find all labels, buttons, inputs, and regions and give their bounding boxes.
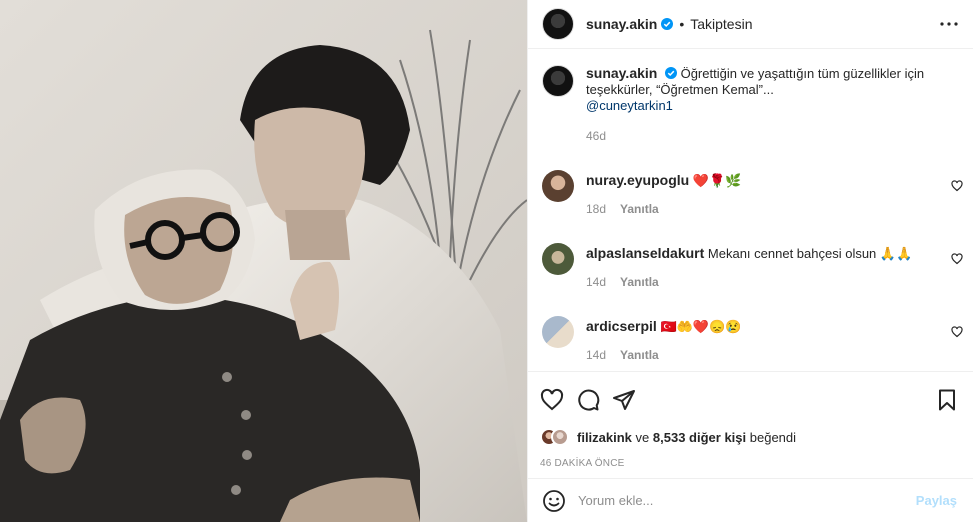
post-image (0, 0, 527, 522)
post-actions: filizakink ve 8,533 diğer kişi beğendi 4… (528, 371, 973, 487)
commenter-avatar[interactable] (542, 243, 574, 275)
verified-badge-icon (664, 67, 677, 79)
commenter-avatar[interactable] (542, 170, 574, 202)
like-heart-icon[interactable] (540, 388, 564, 412)
save-bookmark-icon[interactable] (935, 388, 959, 412)
comment-text: Mekanı cennet bahçesi olsun 🙏🙏 (707, 246, 913, 261)
header-separator: • (679, 16, 685, 32)
likes-suffix: beğendi (749, 429, 797, 445)
likes-count-link[interactable]: 8,533 diğer kişi (653, 430, 746, 445)
like-comment-heart-icon[interactable] (951, 253, 963, 265)
comment-item: nuray.eyupoglu ❤️🌹🌿 18d Yanıtla (542, 170, 963, 217)
reply-button[interactable]: Yanıtla (620, 275, 659, 289)
comment-input[interactable] (578, 493, 916, 508)
comments-section[interactable]: sunay.akin Öğrettiğin ve yaşattığın tüm … (528, 49, 973, 371)
follow-status-button[interactable]: Takiptesin (690, 16, 752, 32)
author-username[interactable]: sunay.akin (586, 16, 657, 32)
like-comment-heart-icon[interactable] (951, 326, 963, 338)
share-paper-plane-icon[interactable] (612, 388, 636, 412)
verified-badge-icon (661, 18, 674, 30)
caption-username[interactable]: sunay.akin (586, 65, 657, 81)
likes-connector: ve (635, 429, 650, 445)
comment-time[interactable]: 18d (586, 202, 606, 216)
more-options-icon[interactable] (937, 12, 961, 36)
caption-mention-link[interactable]: @cuneytarkin1 (586, 98, 673, 113)
comment-time[interactable]: 14d (586, 275, 606, 289)
post-caption: sunay.akin Öğrettiğin ve yaşattığın tüm … (542, 65, 957, 144)
emoji-smiley-icon[interactable] (542, 489, 566, 513)
author-avatar[interactable] (542, 8, 574, 40)
post-photo[interactable] (0, 0, 527, 522)
caption-time[interactable]: 46d (586, 128, 957, 144)
post-timestamp[interactable]: 46 DAKİKA ÖNCE (540, 458, 959, 469)
like-comment-heart-icon[interactable] (951, 180, 963, 192)
post-comment-button[interactable]: Paylaş (916, 493, 957, 508)
liker-username[interactable]: filizakink (577, 430, 632, 445)
post-header: sunay.akin • Takiptesin (528, 0, 973, 49)
commenter-username[interactable]: ardicserpil (586, 318, 657, 334)
commenter-username[interactable]: alpaslanseldakurt (586, 245, 704, 261)
post-detail-panel: sunay.akin • Takiptesin sunay.akin Öğret… (527, 0, 973, 522)
comment-item: alpaslanseldakurt Mekanı cennet bahçesi … (542, 243, 963, 290)
reply-button[interactable]: Yanıtla (620, 348, 659, 362)
caption-avatar[interactable] (542, 65, 574, 97)
likes-summary: filizakink ve 8,533 diğer kişi beğendi (540, 428, 959, 446)
commenter-username[interactable]: nuray.eyupoglu (586, 172, 689, 188)
add-comment-bar: Paylaş (528, 478, 973, 522)
commenter-avatar[interactable] (542, 316, 574, 348)
comment-text: ❤️🌹🌿 (692, 173, 742, 188)
comment-bubble-icon[interactable] (576, 388, 600, 412)
comment-item: ardicserpil 🇹🇷🤲❤️😞😢 14d Yanıtla (542, 316, 963, 363)
comment-text: 🇹🇷🤲❤️😞😢 (660, 319, 742, 334)
comment-time[interactable]: 14d (586, 348, 606, 362)
reply-button[interactable]: Yanıtla (620, 202, 659, 216)
liker-avatar[interactable] (551, 428, 569, 446)
